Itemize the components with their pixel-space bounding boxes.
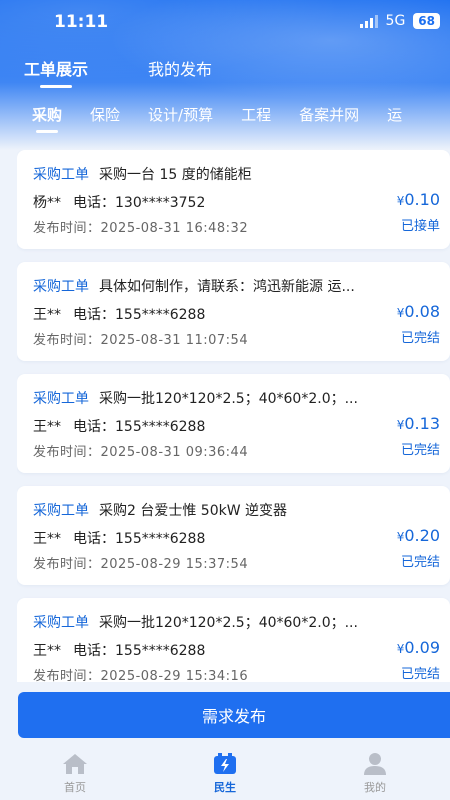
order-card[interactable]: 采购工单 采购一台 15 度的储能柜 杨** 电话：130****3752 发布时间…: [17, 150, 450, 249]
time-label: 发布时间：: [33, 669, 101, 682]
signal-icon: [359, 14, 378, 28]
order-tag: 采购工单: [33, 167, 89, 183]
order-card[interactable]: 采购工单 采购2 台爱士惟 50kW 逆变器 王** 电话：155****6288 …: [17, 486, 450, 585]
publish-time: 2025-08-29 15:37:54: [100, 557, 249, 572]
order-title: 具体如何制作，请联系：鸿迅新能源 运...: [99, 279, 355, 295]
phone-label: 电话：: [73, 195, 115, 211]
order-tag: 采购工单: [33, 279, 89, 295]
price-value: 0.13: [404, 414, 440, 433]
contact-name: 王**: [33, 643, 61, 659]
phone-label: 电话：: [73, 643, 115, 659]
publish-time: 2025-08-31 09:36:44: [100, 445, 249, 460]
order-title: 采购2 台爱士惟 50kW 逆变器: [99, 503, 288, 519]
contact-name: 杨**: [33, 195, 61, 211]
status-bar: 11:11 5G 68: [0, 0, 450, 44]
category-tab-filing-grid[interactable]: 备案并网: [299, 104, 359, 140]
order-price: ¥0.09: [397, 638, 440, 657]
order-tag: 采购工单: [33, 615, 89, 631]
publish-time: 2025-08-31 11:07:54: [100, 333, 249, 348]
order-status: 已完结: [400, 443, 440, 458]
order-card[interactable]: 采购工单 采购一批120*120*2.5；40*60*2.0；... 王** 电话：…: [17, 374, 450, 473]
category-tab-purchase[interactable]: 采购: [32, 104, 62, 140]
order-status: 已接单: [400, 219, 440, 234]
category-tab-engineering[interactable]: 工程: [241, 104, 271, 140]
contact-name: 王**: [33, 531, 61, 547]
price-value: 0.20: [404, 526, 440, 545]
publish-time: 2025-08-31 16:48:32: [100, 221, 249, 236]
top-tabs: 工单展示 我的发布: [24, 56, 212, 88]
price-value: 0.08: [404, 302, 440, 321]
phone-label: 电话：: [73, 307, 115, 323]
order-list: 采购工单 采购一台 15 度的储能柜 杨** 电话：130****3752 发布时间…: [17, 150, 450, 682]
tabbar-item-mine[interactable]: 我的: [330, 752, 420, 800]
network-type: 5G: [385, 13, 406, 29]
category-tab-operation[interactable]: 运: [387, 104, 402, 140]
contact-phone: 155****6288: [115, 643, 206, 659]
time-label: 发布时间：: [33, 445, 101, 460]
battery-icon: 68: [413, 13, 440, 29]
time-label: 发布时间：: [33, 333, 101, 348]
status-indicators: 5G 68: [359, 13, 440, 29]
tab-order-display[interactable]: 工单展示: [24, 56, 88, 88]
user-icon: [364, 753, 386, 775]
contact-name: 王**: [33, 307, 61, 323]
phone-label: 电话：: [73, 419, 115, 435]
order-card[interactable]: 采购工单 采购一批120*120*2.5；40*60*2.0；... 王** 电话：…: [17, 598, 450, 682]
tabbar-item-home[interactable]: 首页: [30, 752, 120, 800]
home-icon: [63, 754, 87, 774]
category-tabs: 采购 保险 设计/预算 工程 备案并网 运: [0, 104, 450, 140]
category-tab-insurance[interactable]: 保险: [90, 104, 120, 140]
publish-time: 2025-08-29 15:34:16: [100, 669, 249, 682]
tabbar-label: 首页: [64, 781, 86, 794]
order-status: 已完结: [400, 331, 440, 346]
contact-phone: 155****6288: [115, 419, 206, 435]
tabbar-label: 我的: [364, 781, 386, 794]
order-price: ¥0.10: [397, 190, 440, 209]
contact-phone: 155****6288: [115, 307, 206, 323]
contact-name: 王**: [33, 419, 61, 435]
tab-my-posts[interactable]: 我的发布: [148, 56, 212, 88]
time-label: 发布时间：: [33, 557, 101, 572]
order-tag: 采购工单: [33, 391, 89, 407]
order-title: 采购一批120*120*2.5；40*60*2.0；...: [99, 391, 358, 407]
order-price: ¥0.20: [397, 526, 440, 545]
order-price: ¥0.13: [397, 414, 440, 433]
contact-phone: 130****3752: [115, 195, 206, 211]
time-label: 发布时间：: [33, 221, 101, 236]
order-status: 已完结: [400, 667, 440, 682]
battery-bolt-icon: [214, 753, 236, 774]
status-time: 11:11: [54, 12, 109, 32]
tabbar-item-livelihood[interactable]: 民生: [180, 752, 270, 800]
order-title: 采购一台 15 度的储能柜: [99, 167, 252, 183]
order-title: 采购一批120*120*2.5；40*60*2.0；...: [99, 615, 358, 631]
order-card[interactable]: 采购工单 具体如何制作，请联系：鸿迅新能源 运... 王** 电话：155****6…: [17, 262, 450, 361]
bottom-tab-bar: 首页 民生 我的: [0, 752, 450, 800]
order-price: ¥0.08: [397, 302, 440, 321]
contact-phone: 155****6288: [115, 531, 206, 547]
category-tab-design-budget[interactable]: 设计/预算: [148, 104, 213, 140]
order-status: 已完结: [400, 555, 440, 570]
price-value: 0.10: [404, 190, 440, 209]
order-tag: 采购工单: [33, 503, 89, 519]
price-value: 0.09: [404, 638, 440, 657]
tabbar-label: 民生: [214, 781, 236, 794]
publish-request-button[interactable]: 需求发布: [18, 692, 450, 738]
phone-label: 电话：: [73, 531, 115, 547]
